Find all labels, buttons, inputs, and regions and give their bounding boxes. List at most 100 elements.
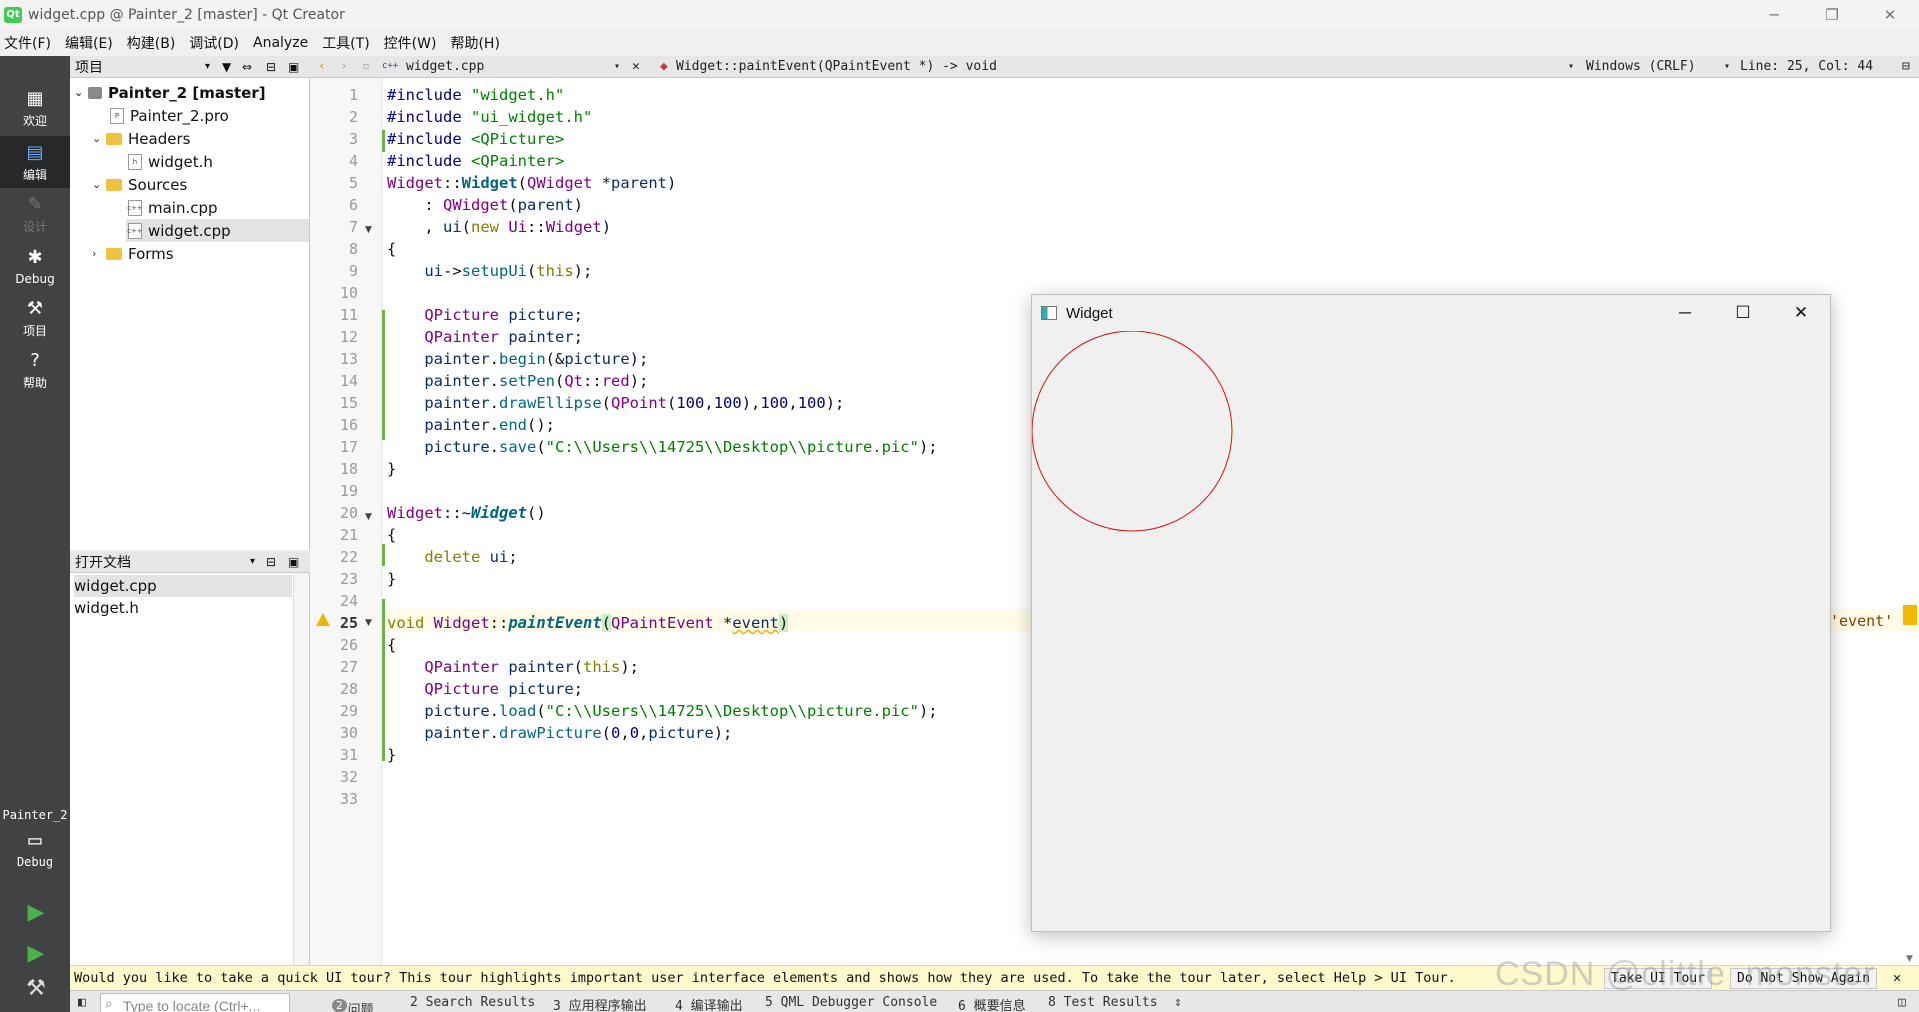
pane-tab-qml-console[interactable]: 5 QML Debugger Console (765, 995, 937, 1010)
line-endings[interactable]: Windows (CRLF) (1586, 59, 1696, 74)
mode-label: 项目 (22, 324, 47, 338)
kit-selector[interactable]: Painter_2 ▭ Debug (0, 808, 70, 869)
line-number: 10 (339, 284, 358, 302)
menu-analyze[interactable]: Analyze (253, 35, 308, 51)
fold-arrow-icon[interactable]: ▼ (365, 225, 372, 235)
forward-icon[interactable]: › (340, 59, 348, 74)
menu-help[interactable]: 帮助(H) (450, 33, 499, 53)
build-button[interactable]: ⚒ (24, 975, 48, 1001)
menu-build[interactable]: 构建(B) (127, 33, 176, 53)
fold-arrow-icon[interactable]: ▼ (365, 618, 372, 628)
pane-tab-test-results[interactable]: 8 Test Results (1048, 995, 1158, 1010)
widget-close-button[interactable]: ✕ (1772, 295, 1830, 331)
split-icon[interactable]: ⊟ (266, 60, 276, 74)
app-icon (1041, 306, 1057, 320)
open-doc-widget-h[interactable]: widget.h (74, 597, 292, 619)
split-icon[interactable]: ⊟ (266, 555, 276, 569)
sidebar-toggle-icon[interactable]: ◧ (78, 995, 86, 1010)
file-dropdown-icon[interactable]: ▾ (614, 61, 620, 72)
cpp-file-icon: c++ (127, 222, 143, 239)
pane-tab-compile-output[interactable]: 4 编译输出 (675, 995, 743, 1012)
symbol-dropdown-icon[interactable]: ▾ (1568, 61, 1574, 72)
pane-tabs-more-icon[interactable]: ⇕ (1174, 995, 1182, 1010)
code-line: ui->setupUi(this); (424, 262, 593, 280)
line-number: 18 (339, 460, 358, 478)
menu-edit[interactable]: 编辑(E) (65, 33, 113, 53)
tree-item-widget-cpp[interactable]: c++ widget.cpp (126, 219, 309, 242)
hammer-icon: ⚒ (26, 975, 46, 1001)
symbol-selector[interactable]: Widget::paintEvent(QPaintEvent *) -> voi… (676, 59, 997, 74)
current-file[interactable]: widget.cpp (406, 59, 484, 74)
pane-tab-search[interactable]: 2 Search Results (410, 995, 535, 1010)
open-docs-scrollbar[interactable] (293, 573, 309, 965)
pro-file-icon: P (110, 107, 124, 124)
mode-projects[interactable]: ⚒ 项目 (0, 292, 70, 344)
menu-debug[interactable]: 调试(D) (189, 33, 239, 53)
tour-close-icon[interactable]: ✕ (1893, 970, 1901, 986)
run-button[interactable]: ▶ (24, 900, 48, 925)
menu-tools[interactable]: 工具(T) (322, 33, 369, 53)
tree-item-forms[interactable]: › Forms (92, 242, 174, 265)
menu-controls[interactable]: 控件(W) (384, 33, 437, 53)
line-number: 1 (348, 86, 358, 104)
scroll-down-icon[interactable]: ▼ (1906, 954, 1913, 964)
close-file-icon[interactable]: ✕ (632, 59, 640, 74)
split-editor-icon[interactable]: ⊟ (1902, 59, 1910, 74)
csdn-watermark: CSDN @clittle_monster (1495, 955, 1876, 993)
status-bar: ◧ ⌕ Type to locate (Ctrl+... 1 问题 2 2 Se… (70, 990, 1919, 1012)
open-docs-title: 打开文档 (75, 554, 131, 571)
dropdown-arrow-icon[interactable]: ▾ (205, 61, 210, 72)
locator-input[interactable]: ⌕ Type to locate (Ctrl+... (100, 993, 290, 1012)
code-line: , ui(new Ui::Widget) (387, 218, 612, 236)
restore-button[interactable]: ❐ (1803, 0, 1861, 29)
modified-marker (382, 544, 385, 566)
open-doc-widget-cpp[interactable]: widget.cpp (74, 575, 292, 597)
link-icon[interactable]: ⇔ (242, 60, 252, 74)
code-line: QPicture picture; (424, 680, 583, 698)
code-line: painter.drawEllipse(QPoint(100,100),100,… (424, 394, 845, 412)
tree-item-headers[interactable]: ⌄ Headers (92, 127, 190, 150)
dropdown-arrow-icon[interactable]: ▾ (250, 556, 255, 567)
back-icon[interactable]: ‹ (318, 59, 326, 74)
fold-arrow-icon[interactable]: ▼ (365, 512, 372, 522)
close-button[interactable]: ✕ (1861, 0, 1919, 29)
line-number: 11 (339, 306, 358, 324)
debug-run-button[interactable]: ▶ (24, 941, 48, 966)
tree-item-widget-h[interactable]: h widget.h (128, 150, 213, 173)
tree-item-main-cpp[interactable]: c++ main.cpp (127, 196, 218, 219)
widget-maximize-button[interactable]: ☐ (1714, 295, 1772, 331)
mode-welcome[interactable]: ▦ 欢迎 (0, 82, 70, 134)
mode-debug[interactable]: ✱ Debug (0, 240, 70, 292)
editor-scrollbar[interactable]: ▼ (1903, 78, 1919, 965)
close-panel-icon[interactable]: ▣ (288, 555, 299, 569)
modified-marker (382, 310, 385, 440)
mode-bar: ▦ 欢迎 ▤ 编辑 ✎ 设计 ✱ Debug ⚒ 项目 ? 帮助 Painter… (0, 56, 70, 1012)
line-number: 21 (339, 526, 358, 544)
widget-minimize-button[interactable]: ─ (1656, 295, 1714, 331)
line-number: 20 (339, 504, 358, 522)
close-panel-icon[interactable]: ▣ (288, 60, 299, 74)
filter-icon[interactable]: ▼ (222, 60, 231, 74)
code-line: #include "widget.h" (387, 86, 565, 104)
line-number: 13 (339, 350, 358, 368)
pane-tab-general-messages[interactable]: 6 概要信息 (958, 995, 1026, 1012)
tree-item-label: Headers (128, 129, 191, 148)
pane-tab-app-output[interactable]: 3 应用程序输出 (553, 995, 647, 1012)
tree-item-label: main.cpp (148, 198, 218, 217)
mode-help[interactable]: ? 帮助 (0, 344, 70, 396)
mode-edit[interactable]: ▤ 编辑 (0, 136, 70, 188)
tree-item-pro[interactable]: P Painter_2.pro (110, 104, 229, 127)
mode-design[interactable]: ✎ 设计 (0, 188, 70, 240)
tree-item-project[interactable]: ⌄ Painter_2 [master] (74, 81, 266, 104)
menu-file[interactable]: 文件(F) (4, 33, 51, 53)
mode-label: 设计 (22, 220, 47, 234)
code-line: picture.save("C:\\Users\\14725\\Desktop\… (424, 438, 938, 456)
chevron-down-icon: ⌄ (92, 178, 102, 191)
minimize-button[interactable]: ─ (1745, 0, 1803, 29)
line-number: 27 (339, 658, 358, 676)
tree-item-sources[interactable]: ⌄ Sources (92, 173, 187, 196)
code-line: #include <QPainter> (387, 152, 565, 170)
toggle-output-icon[interactable]: ◫ (1898, 995, 1906, 1010)
open-docs-list: widget.cpp widget.h (70, 573, 310, 965)
line-endings-dropdown-icon[interactable]: ▾ (1724, 61, 1730, 72)
